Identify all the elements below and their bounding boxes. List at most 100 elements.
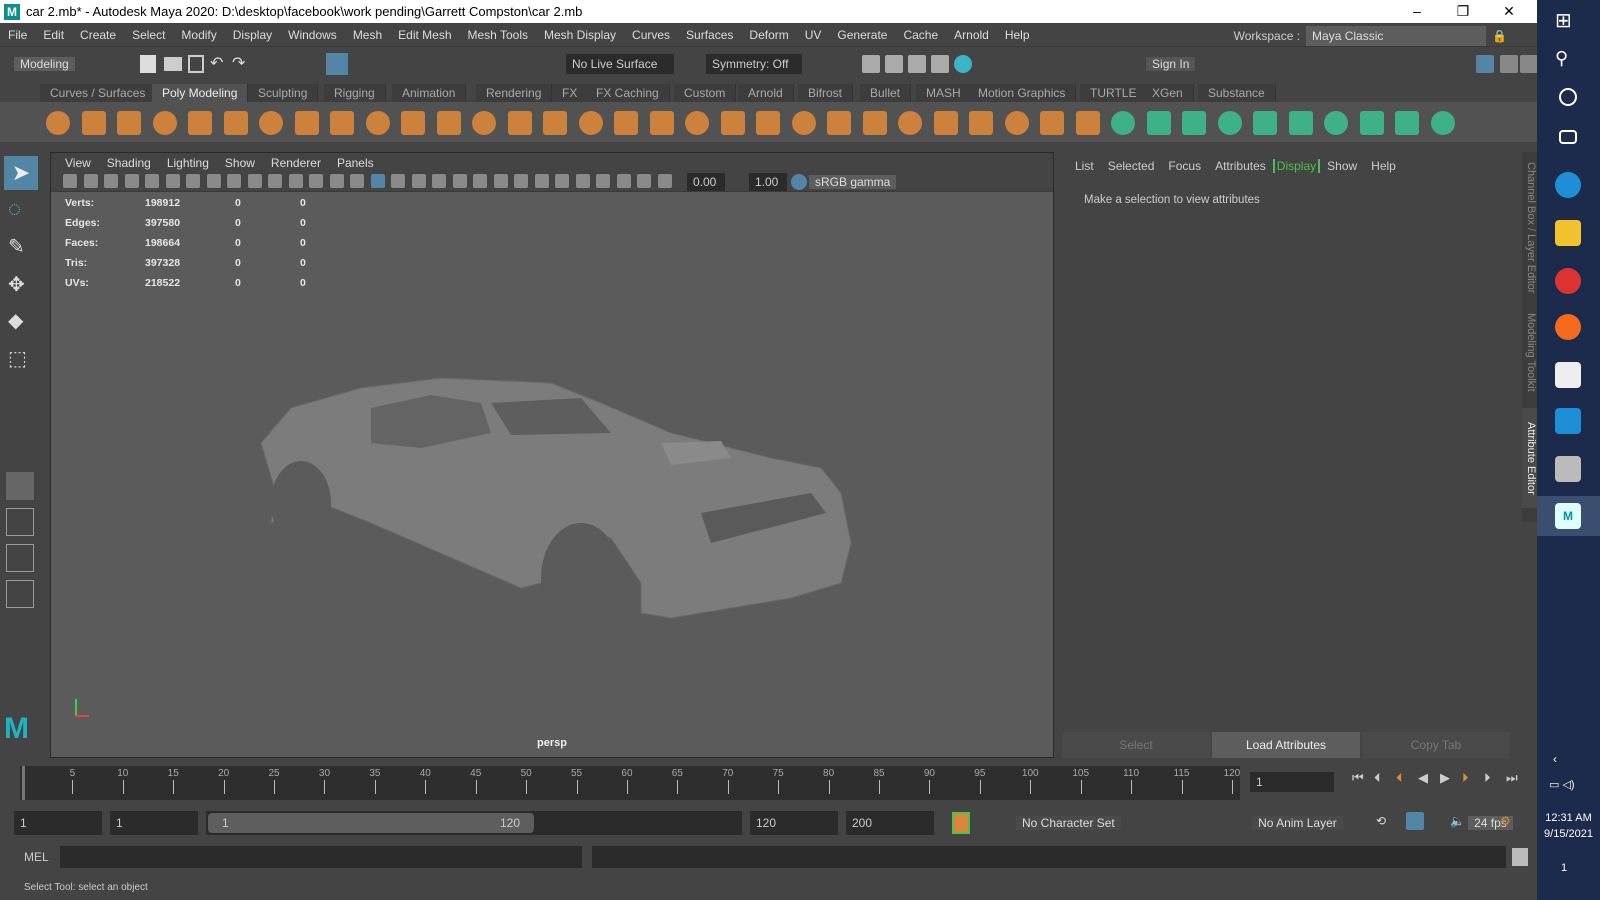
tab-custom[interactable]: Custom [674, 84, 737, 102]
viewport-tool-2-icon[interactable] [83, 174, 98, 188]
type-icon[interactable] [365, 111, 390, 135]
step-forward-key-icon[interactable]: ⏵ [1462, 770, 1469, 786]
svg-icon[interactable] [401, 111, 425, 135]
viewport-tool-19-icon[interactable] [432, 174, 446, 188]
auto-key-toggle-icon[interactable] [952, 812, 970, 834]
uv-cut-icon[interactable] [1253, 111, 1277, 135]
torus-icon[interactable] [188, 111, 212, 135]
make-live-icon[interactable] [1004, 111, 1029, 135]
multi-cut-icon[interactable] [756, 111, 780, 135]
range-slider-handle[interactable]: 1 120 [208, 813, 534, 833]
exposure-field[interactable]: 0.00 [687, 173, 725, 191]
new-scene-icon[interactable] [140, 55, 156, 73]
menu-arnold[interactable]: Arnold [946, 28, 997, 42]
clock-time[interactable]: 12:31 AM [1537, 812, 1600, 824]
select-by-component-icon[interactable] [326, 53, 348, 75]
viewport-tool-20-icon[interactable] [452, 174, 467, 188]
car-model[interactable] [251, 373, 871, 633]
menu-deform[interactable]: Deform [741, 28, 796, 42]
viewport-tool-24-icon[interactable] [534, 174, 549, 188]
restore-button[interactable]: ❐ [1440, 0, 1486, 23]
viewport-tool-26-icon[interactable] [575, 174, 590, 188]
menu-uv[interactable]: UV [797, 28, 830, 42]
close-button[interactable]: ✕ [1486, 0, 1532, 23]
viewport-tool-21-icon[interactable] [473, 174, 487, 188]
clock-date[interactable]: 9/15/2021 [1537, 828, 1600, 840]
menu-select[interactable]: Select [124, 28, 173, 42]
viewport-tool-15-icon[interactable] [350, 174, 364, 188]
playback-start-field[interactable]: 1 [110, 811, 198, 835]
task-view-icon[interactable] [1559, 130, 1577, 144]
menu-mesh[interactable]: Mesh [345, 28, 390, 42]
menuset-dropdown[interactable]: Modeling [14, 57, 75, 71]
loop-icon[interactable]: ⟲ [1376, 814, 1394, 832]
sign-in-button[interactable]: Sign In [1146, 57, 1196, 71]
rotate-tool-icon[interactable]: ◆ [8, 308, 23, 333]
file-explorer-icon[interactable] [1555, 220, 1581, 246]
menu-create[interactable]: Create [72, 28, 124, 42]
viewport-tool-29-icon[interactable] [637, 174, 651, 188]
viewport-menu-panels[interactable]: Panels [329, 156, 382, 170]
transfer-icon[interactable] [1324, 111, 1348, 135]
lasso-tool-icon[interactable]: ◌ [8, 196, 21, 222]
viewport-tool-27-icon[interactable] [596, 174, 610, 188]
tab-substance[interactable]: Substance [1198, 84, 1276, 102]
notification-count[interactable]: 1 [1561, 862, 1567, 874]
four-view-layout-icon[interactable] [6, 508, 34, 536]
tab-bullet[interactable]: Bullet [860, 84, 912, 102]
reduce-icon[interactable] [1111, 111, 1135, 135]
scale-tool-icon[interactable]: ⬚ [8, 346, 27, 371]
sphere-icon[interactable] [46, 111, 70, 135]
uv-layout-icon[interactable] [1217, 111, 1242, 135]
viewport-tool-16-icon[interactable] [370, 174, 385, 188]
tab-rigging[interactable]: Rigging [324, 84, 386, 102]
tab-sculpting[interactable]: Sculpting [248, 84, 319, 102]
windows-start-icon[interactable]: ⊞ [1555, 8, 1581, 34]
lattice-icon[interactable] [1430, 111, 1455, 135]
viewport-tool-14-icon[interactable] [329, 174, 344, 188]
platonic-icon[interactable] [294, 111, 319, 135]
firefox-icon[interactable] [1555, 314, 1581, 340]
viewport-tool-10-icon[interactable] [247, 174, 262, 188]
plane-icon[interactable] [223, 111, 248, 135]
menu-windows[interactable]: Windows [280, 28, 345, 42]
symmetry-dropdown[interactable]: Symmetry: Off [706, 54, 802, 74]
viewport-menu-view[interactable]: View [57, 156, 99, 170]
menu-generate[interactable]: Generate [829, 28, 895, 42]
network-volume-icon[interactable]: ▭ ◁) [1549, 778, 1575, 791]
tab-rendering[interactable]: Rendering [476, 84, 553, 102]
menu-help[interactable]: Help [997, 28, 1038, 42]
store-icon[interactable] [1555, 362, 1581, 388]
tab-modeling-toolkit[interactable]: Modeling Toolkit [1522, 302, 1537, 402]
menu-modify[interactable]: Modify [173, 28, 224, 42]
smooth-icon[interactable] [578, 111, 603, 135]
cube-icon[interactable] [81, 111, 106, 135]
sculpt-icon[interactable] [436, 111, 461, 135]
command-input[interactable] [60, 846, 582, 868]
sound-icon[interactable]: 🔈 [1450, 814, 1468, 832]
render-settings-icon[interactable] [931, 55, 949, 73]
group-icon[interactable] [1040, 111, 1064, 135]
viewport-tool-9-icon[interactable] [227, 174, 241, 188]
outliner-icon[interactable] [6, 580, 34, 608]
start-time-field[interactable]: 1 [14, 811, 102, 835]
attr-menu-attributes[interactable]: Attributes [1208, 159, 1273, 173]
script-editor-icon[interactable] [1512, 848, 1528, 866]
go-to-end-icon[interactable]: ⏭ [1506, 770, 1518, 786]
command-language-label[interactable]: MEL [24, 850, 49, 864]
current-frame-field[interactable]: 1 [1250, 772, 1334, 792]
go-to-start-icon[interactable]: ⏮ [1352, 770, 1364, 786]
cortana-icon[interactable] [1559, 88, 1577, 106]
persp-outliner-layout-icon[interactable] [6, 544, 34, 572]
tab-animation[interactable]: Animation [392, 84, 467, 102]
tab-motion-graphics[interactable]: Motion Graphics [968, 84, 1077, 102]
tab-xgen[interactable]: XGen [1142, 84, 1194, 102]
resource-monitor-icon[interactable] [1555, 456, 1581, 482]
edge-icon[interactable] [1555, 172, 1581, 198]
tab-mash[interactable]: MASH [916, 84, 972, 102]
uv-unfold-icon[interactable] [1182, 111, 1206, 135]
viewport-tool-28-icon[interactable] [616, 174, 631, 188]
cone-icon[interactable] [152, 111, 177, 135]
viewport-tool-23-icon[interactable] [514, 174, 528, 188]
render-frame-icon[interactable] [885, 55, 903, 73]
